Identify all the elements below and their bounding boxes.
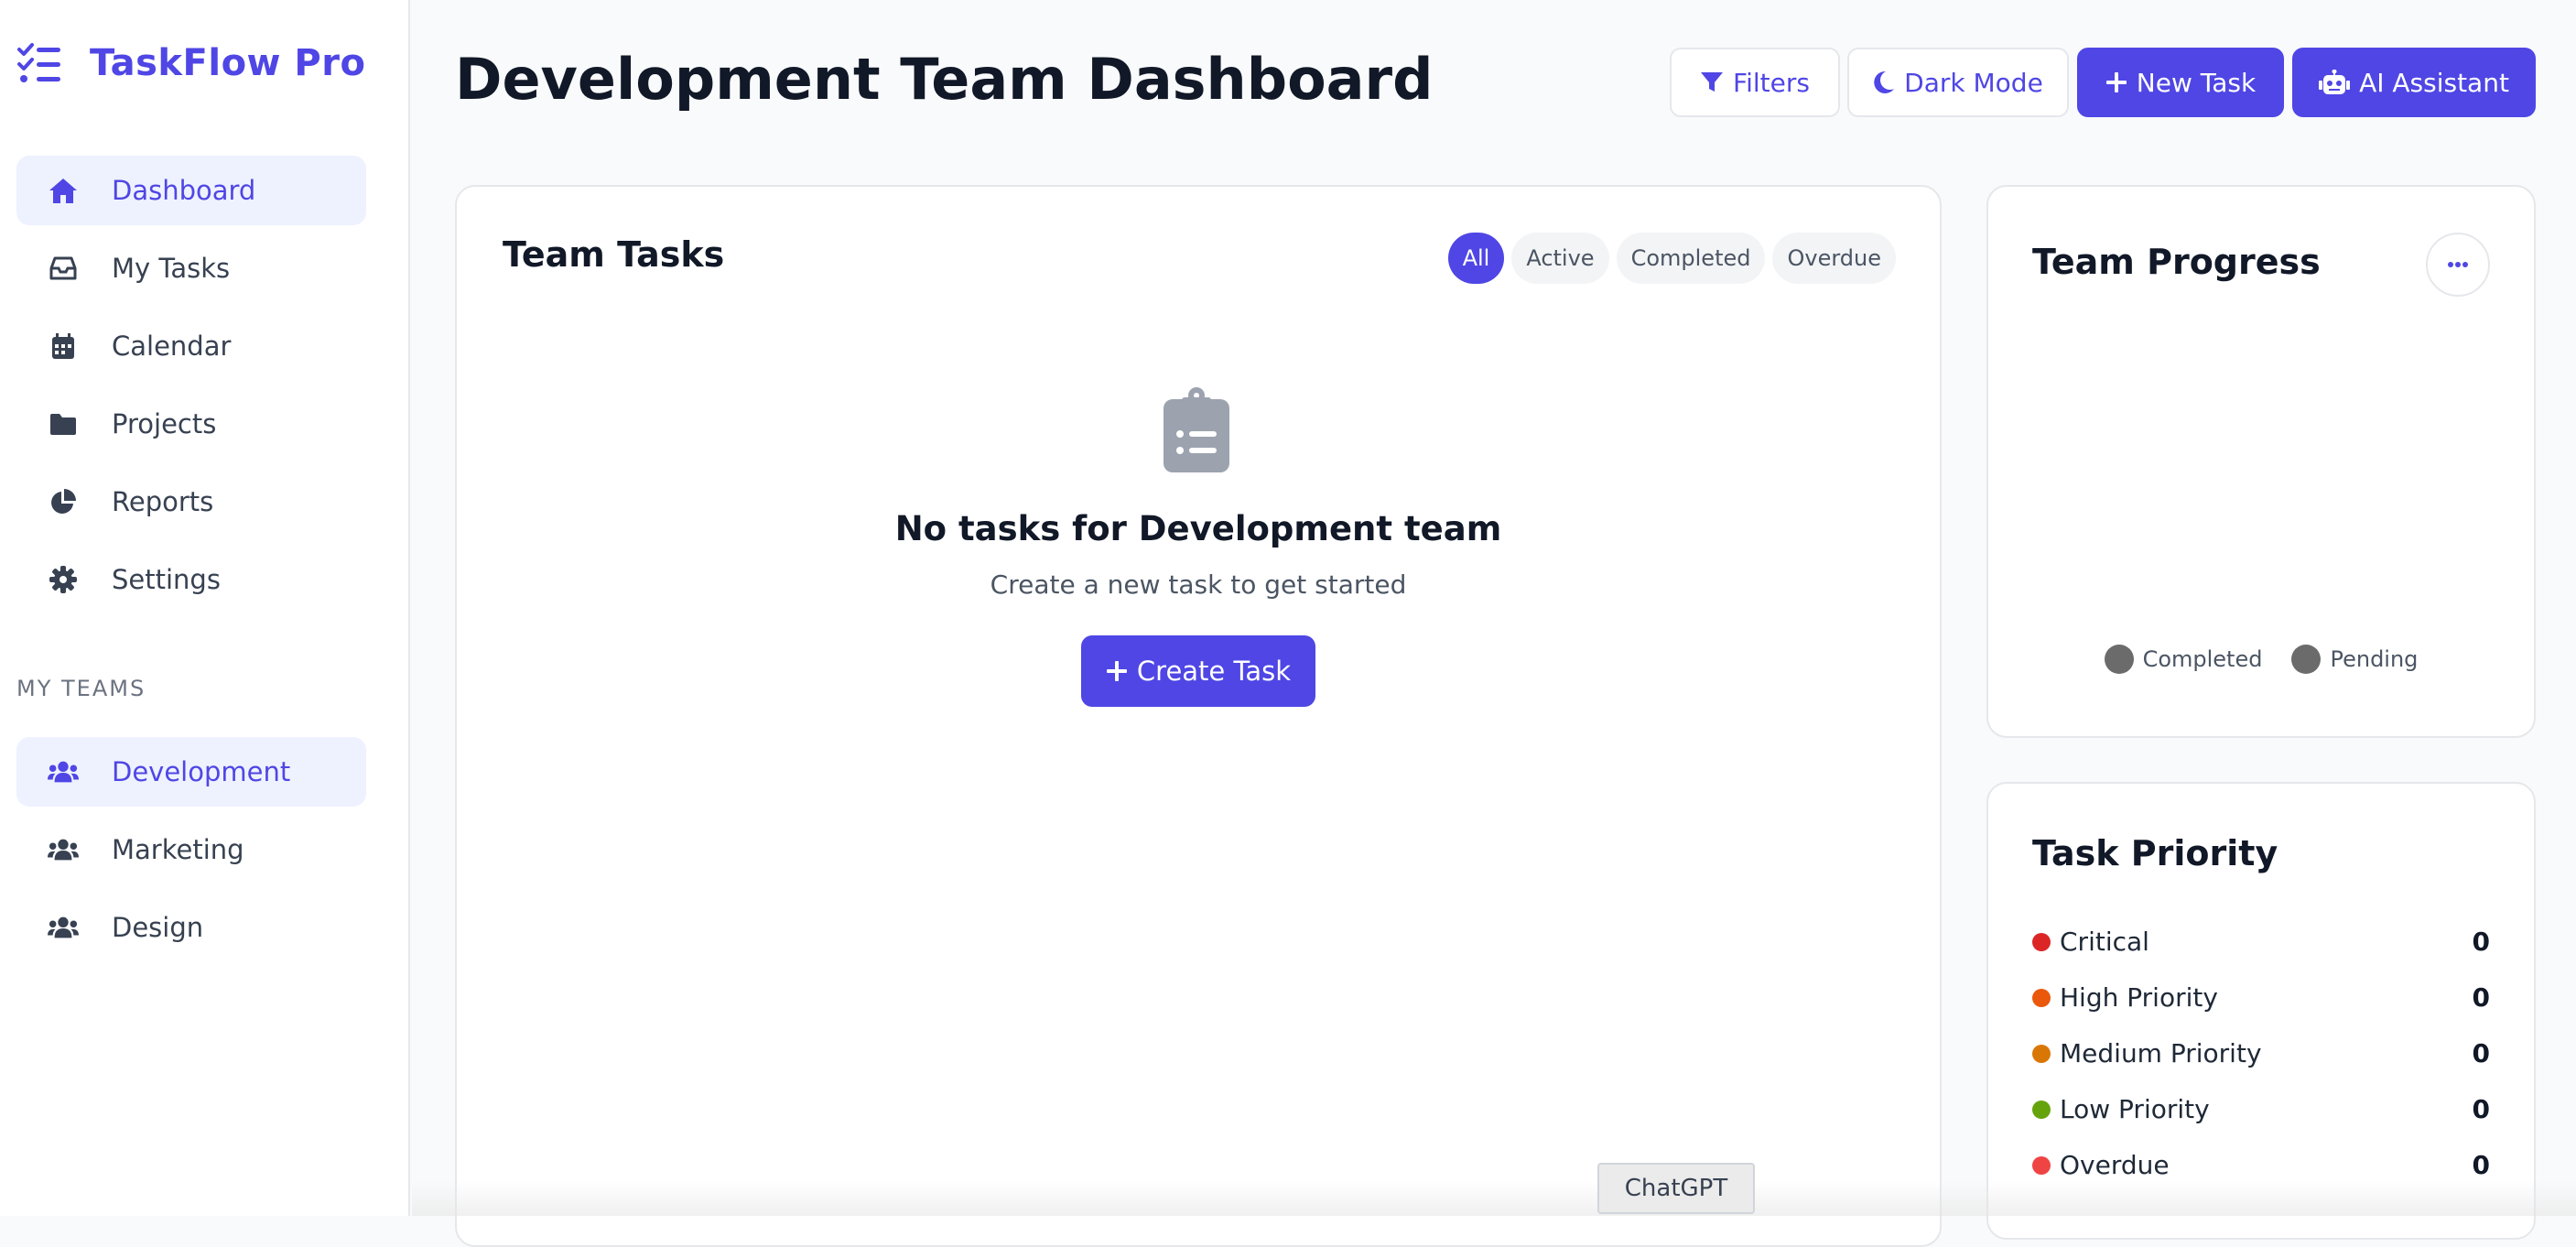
legend-label: Pending [2330, 646, 2419, 672]
priority-label: High Priority [2060, 982, 2218, 1013]
calendar-icon [48, 331, 79, 362]
team-tasks-title: Team Tasks [503, 234, 725, 275]
priority-row-critical: Critical 0 [2032, 914, 2490, 970]
team-item-label: Development [112, 756, 291, 787]
create-task-label: Create Task [1136, 656, 1292, 687]
priority-label: Critical [2060, 927, 2149, 957]
gear-icon [48, 564, 79, 595]
home-icon [48, 175, 79, 206]
tab-completed[interactable]: Completed [1616, 233, 1766, 284]
ai-assistant-button[interactable]: AI Assistant [2292, 48, 2536, 117]
priority-count: 0 [2472, 1038, 2490, 1068]
team-item-design[interactable]: Design [16, 893, 366, 962]
tab-active[interactable]: Active [1511, 233, 1609, 284]
priority-row-low: Low Priority 0 [2032, 1081, 2490, 1137]
moon-icon [1873, 70, 1895, 94]
priority-count: 0 [2472, 1094, 2490, 1124]
filters-label: Filters [1733, 67, 1810, 98]
plus-icon [2105, 71, 2127, 93]
team-progress-title: Team Progress [2032, 242, 2321, 282]
pie-chart-icon [48, 486, 79, 517]
team-item-label: Marketing [112, 834, 244, 865]
brand-name: TaskFlow Pro [90, 42, 366, 84]
priority-row-high: High Priority 0 [2032, 970, 2490, 1025]
team-item-label: Design [112, 912, 204, 943]
dark-mode-label: Dark Mode [1904, 67, 2043, 98]
team-item-marketing[interactable]: Marketing [16, 815, 366, 884]
new-task-label: New Task [2136, 67, 2257, 98]
priority-label: Medium Priority [2060, 1038, 2262, 1068]
task-priority-card: Task Priority Critical 0 High Priority 0… [1986, 782, 2536, 1240]
team-tasks-card: Team Tasks All Active Completed Overdue … [455, 185, 1942, 1247]
nav-item-label: Settings [112, 564, 221, 595]
dark-mode-button[interactable]: Dark Mode [1847, 48, 2069, 117]
priority-row-overdue: Overdue 0 [2032, 1137, 2490, 1193]
priority-dot [2032, 1044, 2051, 1063]
legend-swatch [2104, 645, 2134, 674]
sidebar: TaskFlow Pro Dashboard My Tasks Calendar… [0, 0, 410, 1216]
priority-count: 0 [2472, 1150, 2490, 1180]
brand[interactable]: TaskFlow Pro [16, 40, 365, 86]
nav-item-label: Projects [112, 408, 217, 439]
robot-icon [2319, 70, 2351, 95]
tab-overdue[interactable]: Overdue [1772, 233, 1896, 284]
users-icon [48, 912, 79, 943]
nav-item-settings[interactable]: Settings [16, 545, 366, 614]
empty-state-subtitle: Create a new task to get started [990, 569, 1407, 600]
team-item-development[interactable]: Development [16, 737, 366, 807]
priority-dot [2032, 932, 2051, 951]
priority-label: Overdue [2060, 1150, 2170, 1180]
ellipsis-icon [2447, 261, 2469, 268]
teams-nav: Development Marketing Design [16, 737, 366, 970]
progress-legend: Completed Pending [1988, 645, 2534, 674]
task-list-icon [16, 40, 62, 86]
nav-item-label: My Tasks [112, 253, 231, 284]
filter-icon [1700, 70, 1724, 94]
priority-dot [2032, 1155, 2051, 1175]
nav-item-my-tasks[interactable]: My Tasks [16, 233, 366, 303]
clipboard-list-icon [1162, 386, 1231, 474]
priority-count: 0 [2472, 927, 2490, 957]
legend-label: Completed [2142, 646, 2263, 672]
legend-completed[interactable]: Completed [2104, 645, 2263, 674]
priority-row-medium: Medium Priority 0 [2032, 1025, 2490, 1081]
nav-item-label: Calendar [112, 331, 232, 362]
plus-icon [1106, 660, 1128, 682]
main-nav: Dashboard My Tasks Calendar Projects Rep… [16, 156, 366, 623]
legend-swatch [2291, 645, 2322, 674]
nav-item-label: Dashboard [112, 175, 256, 206]
priority-count: 0 [2472, 982, 2490, 1013]
team-progress-card: Team Progress Completed Pending [1986, 185, 2536, 738]
users-icon [48, 756, 79, 787]
task-priority-title: Task Priority [2032, 833, 2278, 873]
priority-dot [2032, 1100, 2051, 1119]
nav-item-reports[interactable]: Reports [16, 467, 366, 537]
task-filter-tabs: All Active Completed Overdue [1447, 233, 1896, 284]
tab-all[interactable]: All [1447, 233, 1505, 284]
create-task-button[interactable]: Create Task [1081, 635, 1315, 707]
empty-state-title: No tasks for Development team [894, 509, 1502, 548]
legend-pending[interactable]: Pending [2291, 645, 2418, 674]
ai-assistant-label: AI Assistant [2359, 67, 2509, 98]
more-options-button[interactable] [2426, 233, 2490, 297]
folder-icon [48, 408, 79, 439]
nav-item-calendar[interactable]: Calendar [16, 311, 366, 381]
new-task-button[interactable]: New Task [2077, 48, 2284, 117]
page-title: Development Team Dashboard [455, 46, 1434, 113]
inbox-icon [48, 253, 79, 284]
priority-dot [2032, 988, 2051, 1007]
users-icon [48, 834, 79, 865]
chatgpt-tab[interactable]: ChatGPT [1597, 1163, 1755, 1214]
filters-button[interactable]: Filters [1670, 48, 1840, 117]
nav-item-label: Reports [112, 486, 214, 517]
priority-label: Low Priority [2060, 1094, 2210, 1124]
nav-item-dashboard[interactable]: Dashboard [16, 156, 366, 225]
teams-heading: MY TEAMS [16, 676, 146, 701]
priority-list: Critical 0 High Priority 0 Medium Priori… [2032, 914, 2490, 1193]
nav-item-projects[interactable]: Projects [16, 389, 366, 459]
